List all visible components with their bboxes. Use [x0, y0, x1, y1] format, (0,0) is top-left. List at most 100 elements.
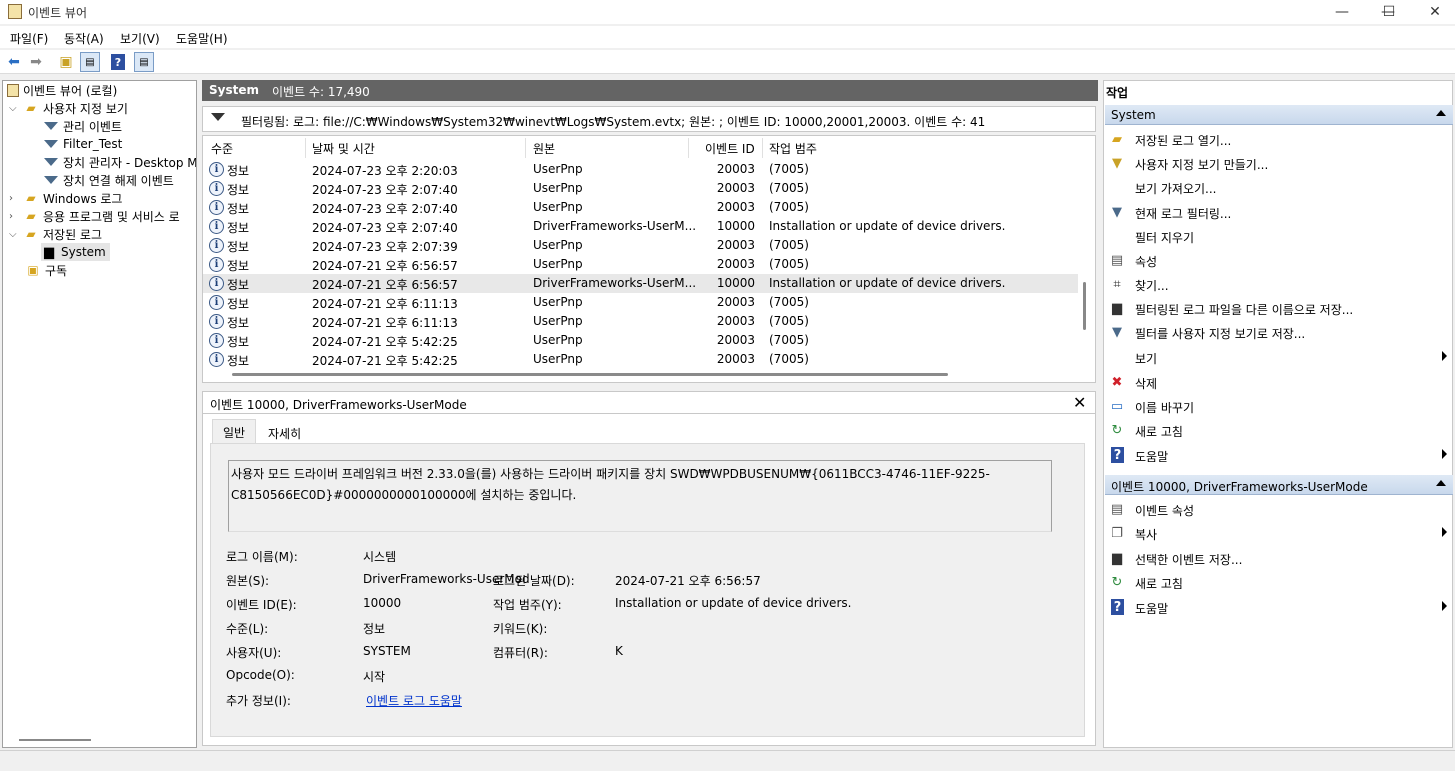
minimize-button-alt[interactable]: —	[1319, 0, 1365, 24]
delete-x-icon: ✖	[1111, 374, 1123, 390]
help-icon[interactable]: ?	[111, 54, 125, 70]
column-level[interactable]: 수준	[211, 140, 233, 157]
event-list-vertical-scrollbar[interactable]	[1083, 282, 1086, 330]
menu-help[interactable]: 도움말(H)	[176, 30, 228, 47]
event-id: 20003	[716, 295, 755, 309]
information-icon: i	[209, 333, 224, 348]
event-row[interactable]: i 정보 2024-07-23 오후 2:07:40 UserPnp 20003 (700…	[203, 179, 1078, 198]
action-item[interactable]: ▰ 저장된 로그 열기...	[1107, 127, 1451, 151]
event-row[interactable]: i 정보 2024-07-23 오후 2:07:40 DriverFrameworks…	[203, 217, 1078, 236]
event-datetime: 2024-07-23 오후 2:07:40	[312, 183, 458, 197]
menu-action[interactable]: 동작(A)	[64, 30, 104, 47]
level-value: 정보	[363, 622, 386, 636]
event-action-item[interactable]: ? 도움말	[1107, 595, 1451, 619]
action-item[interactable]: 보기 가져오기...	[1107, 175, 1451, 199]
action-item[interactable]: ✖ 삭제	[1107, 370, 1451, 394]
tree-device-manager[interactable]: 장치 관리자 - Desktop M	[43, 153, 196, 171]
action-item[interactable]: ? 도움말	[1107, 443, 1451, 467]
menu-file[interactable]: 파일(F)	[10, 30, 48, 47]
action-item[interactable]: ⌗ 찾기...	[1107, 272, 1451, 296]
tree-saved-logs[interactable]: ⌵ ▰ 저장된 로그	[9, 225, 102, 243]
column-task-category[interactable]: 작업 범주	[769, 140, 817, 157]
action-item[interactable]: ▼ 사용자 지정 보기 만들기...	[1107, 151, 1451, 175]
user-label: 사용자(U):	[226, 646, 282, 660]
tree-subscriptions[interactable]: ▣ 구독	[25, 261, 67, 279]
event-level: 정보	[227, 259, 250, 273]
column-datetime[interactable]: 날짜 및 시간	[312, 140, 375, 157]
expand-chevron-icon[interactable]: ›	[9, 193, 23, 204]
filter-icon	[43, 118, 59, 134]
tree-device-disconnect[interactable]: 장치 연결 해제 이벤트	[43, 171, 174, 189]
log-name-label: 로그 이름(M):	[226, 550, 298, 564]
column-source[interactable]: 원본	[533, 140, 555, 157]
close-detail-icon[interactable]: ✕	[1073, 393, 1086, 412]
event-row[interactable]: i 정보 2024-07-21 오후 5:42:25 UserPnp 20003 (700…	[203, 350, 1078, 369]
event-datetime: 2024-07-23 오후 2:07:40	[312, 202, 458, 216]
event-row[interactable]: i 정보 2024-07-23 오후 2:07:40 UserPnp 20003 (700…	[203, 198, 1078, 217]
collapse-chevron-icon[interactable]: ⌵	[9, 229, 23, 240]
action-item[interactable]: ↻ 새로 고침	[1107, 418, 1451, 442]
description-line-1: 사용자 모드 드라이버 프레임워크 버전 2.33.0을(를) 사용하는 드라이…	[231, 467, 990, 481]
event-row[interactable]: i 정보 2024-07-21 오후 5:42:25 UserPnp 20003 (700…	[203, 331, 1078, 350]
tree-admin-events[interactable]: 관리 이벤트	[43, 117, 122, 135]
action-item-label: 저장된 로그 열기...	[1135, 134, 1232, 148]
event-log-help-link[interactable]: 이벤트 로그 도움말	[366, 692, 462, 709]
expand-chevron-icon[interactable]: ›	[9, 211, 23, 222]
actions-section-event-label: 이벤트 10000, DriverFrameworks-UserMode	[1111, 480, 1368, 494]
event-action-item[interactable]: ❐ 복사	[1107, 521, 1451, 545]
folder-up-icon[interactable]: ▣	[56, 52, 76, 72]
close-button[interactable]: ✕	[1412, 0, 1455, 24]
event-row[interactable]: i 정보 2024-07-23 오후 2:07:39 UserPnp 20003 (700…	[203, 236, 1078, 255]
event-id: 20003	[716, 238, 755, 252]
action-item[interactable]: ▆ 필터링된 로그 파일을 다른 이름으로 저장...	[1107, 296, 1451, 320]
back-arrow-icon[interactable]: ⬅	[4, 52, 24, 72]
tree-app-logs[interactable]: › ▰ 응용 프로그램 및 서비스 로	[9, 207, 180, 225]
action-item[interactable]: ▼ 현재 로그 필터링...	[1107, 200, 1451, 224]
event-datetime: 2024-07-23 오후 2:07:40	[312, 221, 458, 235]
show-hide-action-pane-icon[interactable]: ▤	[134, 52, 154, 72]
collapse-triangle-icon[interactable]	[1436, 480, 1446, 486]
event-row[interactable]: i 정보 2024-07-21 오후 6:11:13 UserPnp 20003 (700…	[203, 293, 1078, 312]
event-action-item[interactable]: ▤ 이벤트 속성	[1107, 497, 1451, 521]
tree-custom-views[interactable]: ⌵ ▰ 사용자 지정 보기	[9, 99, 128, 117]
tree-windows-logs[interactable]: › ▰ Windows 로그	[9, 189, 122, 207]
tab-general[interactable]: 일반	[212, 419, 257, 444]
filter-icon	[43, 172, 59, 188]
collapse-chevron-icon[interactable]: ⌵	[9, 103, 23, 114]
action-item-label: 보기	[1135, 352, 1158, 366]
collapse-triangle-icon[interactable]	[1436, 110, 1446, 116]
action-item-label: 속성	[1135, 255, 1158, 269]
filter-summary-bar: 필터링됨: 로그: file://C:₩Windows₩System32₩win…	[202, 106, 1096, 132]
event-list-horizontal-scrollbar[interactable]	[232, 373, 948, 376]
event-action-item[interactable]: ↻ 새로 고침	[1107, 570, 1451, 594]
tree-system[interactable]: ▆ System	[41, 243, 110, 261]
actions-section-event[interactable]: 이벤트 10000, DriverFrameworks-UserMode	[1105, 475, 1453, 495]
action-item[interactable]: ▤ 속성	[1107, 248, 1451, 272]
actions-section-system[interactable]: System	[1105, 105, 1453, 125]
action-item[interactable]: 보기	[1107, 345, 1451, 369]
event-id: 20003	[716, 181, 755, 195]
maximize-icon[interactable]: ☐	[1366, 0, 1412, 24]
tree-horizontal-scrollbar[interactable]	[19, 739, 91, 741]
menu-view[interactable]: 보기(V)	[120, 30, 160, 47]
submenu-arrow-icon	[1442, 527, 1447, 537]
event-datetime: 2024-07-21 오후 6:56:57	[312, 259, 458, 273]
status-bar	[0, 750, 1455, 771]
action-item[interactable]: ▭ 이름 바꾸기	[1107, 394, 1451, 418]
event-row[interactable]: i 정보 2024-07-21 오후 6:11:13 UserPnp 20003 (700…	[203, 312, 1078, 331]
tree-root[interactable]: 이벤트 뷰어 (로컬)	[7, 81, 117, 99]
show-hide-tree-icon[interactable]: ▤	[80, 52, 100, 72]
tree-filter-test[interactable]: Filter_Test	[43, 135, 122, 153]
action-item[interactable]: ▼ 필터를 사용자 지정 보기로 저장...	[1107, 320, 1451, 344]
information-icon: i	[209, 276, 224, 291]
tab-details[interactable]: 자세히	[260, 421, 309, 445]
event-row[interactable]: i 정보 2024-07-23 오후 2:20:03 UserPnp 20003 (700…	[203, 160, 1078, 179]
event-row[interactable]: i 정보 2024-07-21 오후 6:56:57 UserPnp 20003 (700…	[203, 255, 1078, 274]
event-list-header: 수준 날짜 및 시간 원본 이벤트 ID 작업 범주	[203, 136, 1081, 158]
forward-arrow-icon[interactable]: ➡	[26, 52, 46, 72]
event-action-item[interactable]: ▆ 선택한 이벤트 저장...	[1107, 546, 1451, 570]
action-item[interactable]: 필터 지우기	[1107, 224, 1451, 248]
event-row[interactable]: i 정보 2024-07-21 오후 6:56:57 DriverFrameworks…	[203, 274, 1078, 293]
column-event-id[interactable]: 이벤트 ID	[705, 140, 755, 157]
filter-icon	[211, 113, 225, 121]
